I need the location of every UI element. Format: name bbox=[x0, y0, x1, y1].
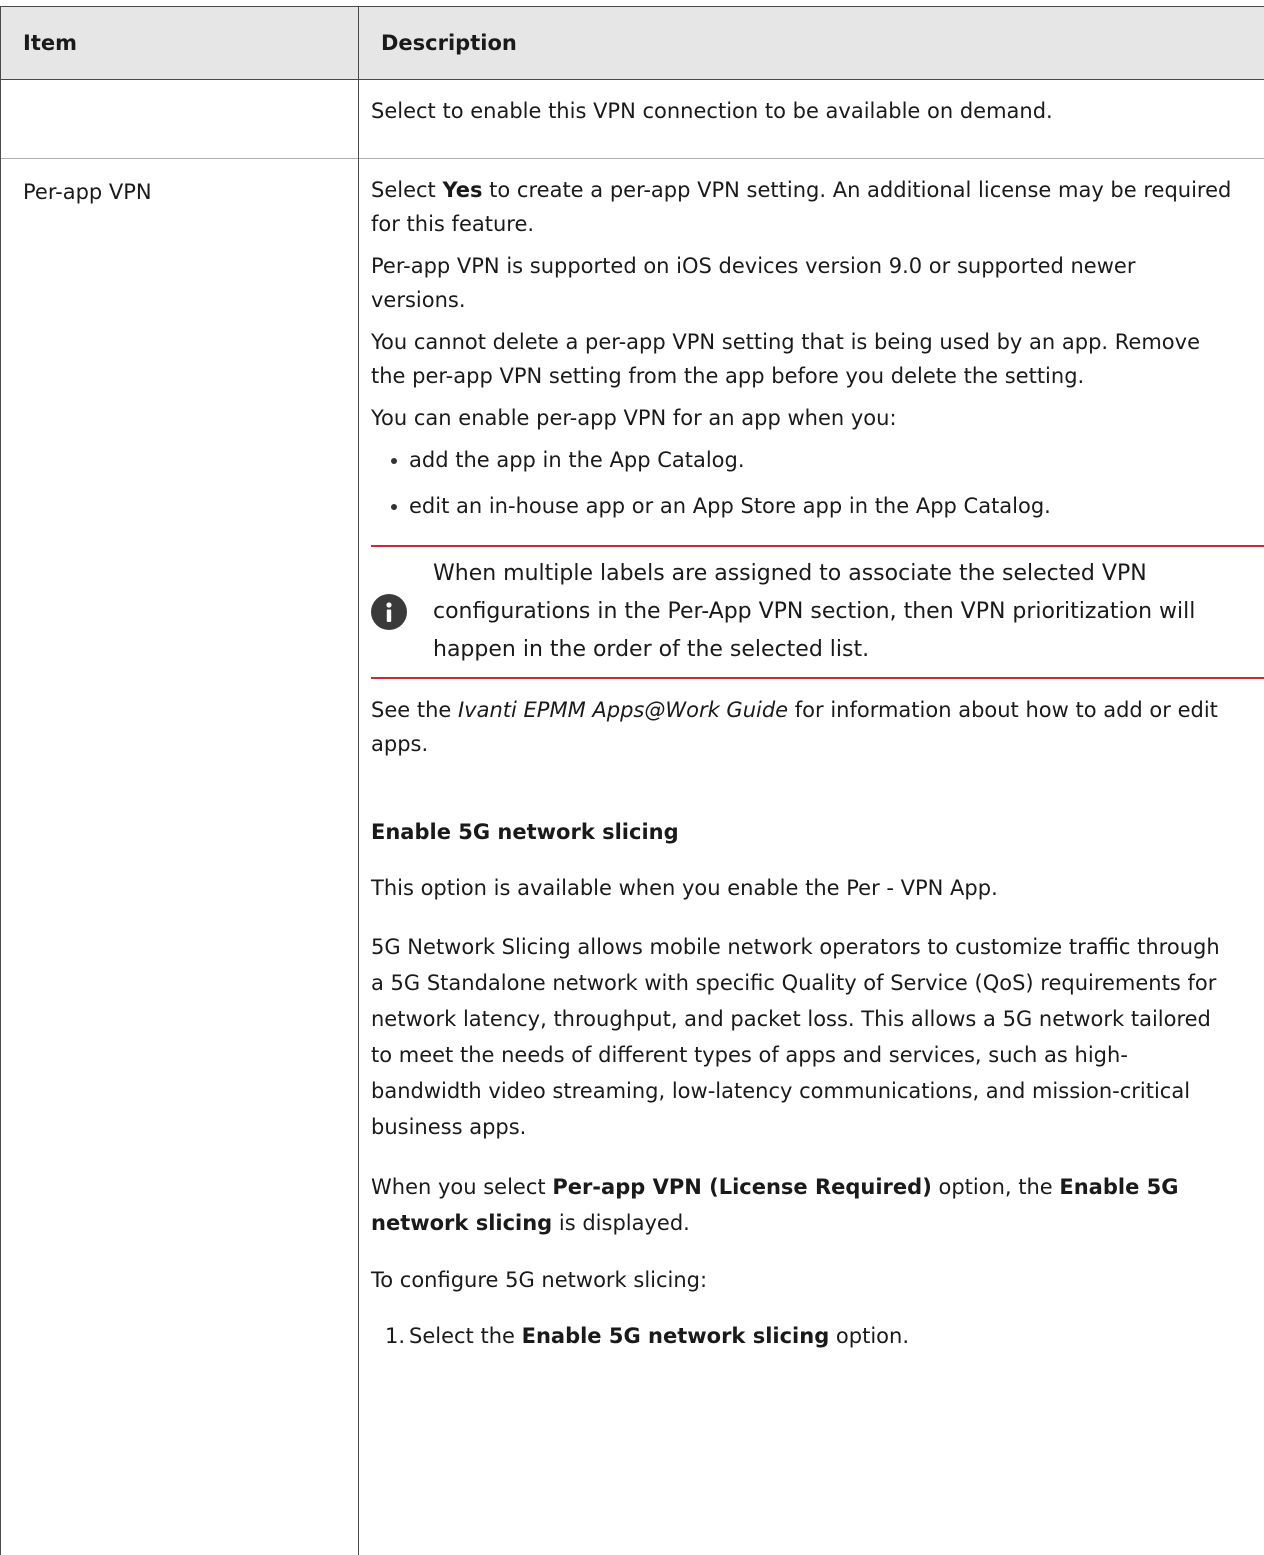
configure-steps: 1.Select the Enable 5G network slicing o… bbox=[371, 1319, 1234, 1353]
table-row: Select to enable this VPN connection to … bbox=[1, 80, 1264, 159]
table-header-row: Item Description bbox=[1, 7, 1264, 80]
yes-emphasis: Yes bbox=[442, 178, 482, 202]
delete-restriction-text: You cannot delete a per-app VPN setting … bbox=[371, 325, 1234, 393]
row-item-cell bbox=[1, 80, 359, 159]
per-app-vpn-intro: Select Yes to create a per-app VPN setti… bbox=[371, 173, 1234, 241]
section-heading-5g: Enable 5G network slicing bbox=[371, 815, 1234, 849]
step-number: 1. bbox=[385, 1319, 405, 1353]
table-row: Per-app VPN Select Yes to create a per-a… bbox=[1, 159, 1264, 1555]
see-guide-text: See the Ivanti EPMM Apps@Work Guide for … bbox=[371, 693, 1234, 761]
note-text: When multiple labels are assigned to ass… bbox=[433, 555, 1244, 669]
slicing-description: 5G Network Slicing allows mobile network… bbox=[371, 929, 1234, 1145]
list-item: add the app in the App Catalog. bbox=[409, 443, 1234, 477]
enable-when-list: add the app in the App Catalog. edit an … bbox=[371, 443, 1234, 523]
guide-reference: Ivanti EPMM Apps@Work Guide bbox=[458, 698, 788, 722]
row-description-cell: Select to enable this VPN connection to … bbox=[359, 80, 1264, 159]
column-header-item: Item bbox=[1, 7, 359, 80]
list-item: 1.Select the Enable 5G network slicing o… bbox=[409, 1319, 1234, 1353]
ios-support-text: Per-app VPN is supported on iOS devices … bbox=[371, 249, 1234, 317]
configure-intro: To configure 5G network slicing: bbox=[371, 1263, 1234, 1297]
info-icon bbox=[371, 594, 407, 630]
enable-when-text: You can enable per-app VPN for an app wh… bbox=[371, 401, 1234, 435]
settings-table: Item Description Select to enable this V… bbox=[0, 6, 1264, 1555]
list-item: edit an in-house app or an App Store app… bbox=[409, 489, 1234, 523]
row-item-cell: Per-app VPN bbox=[1, 159, 359, 1555]
on-demand-description: Select to enable this VPN connection to … bbox=[371, 94, 1234, 128]
column-header-description: Description bbox=[359, 7, 1264, 80]
row-description-cell: Select Yes to create a per-app VPN setti… bbox=[359, 159, 1264, 1555]
displayed-when-text: When you select Per-app VPN (License Req… bbox=[371, 1169, 1234, 1241]
info-note: When multiple labels are assigned to ass… bbox=[371, 545, 1264, 679]
availability-text: This option is available when you enable… bbox=[371, 871, 1234, 905]
